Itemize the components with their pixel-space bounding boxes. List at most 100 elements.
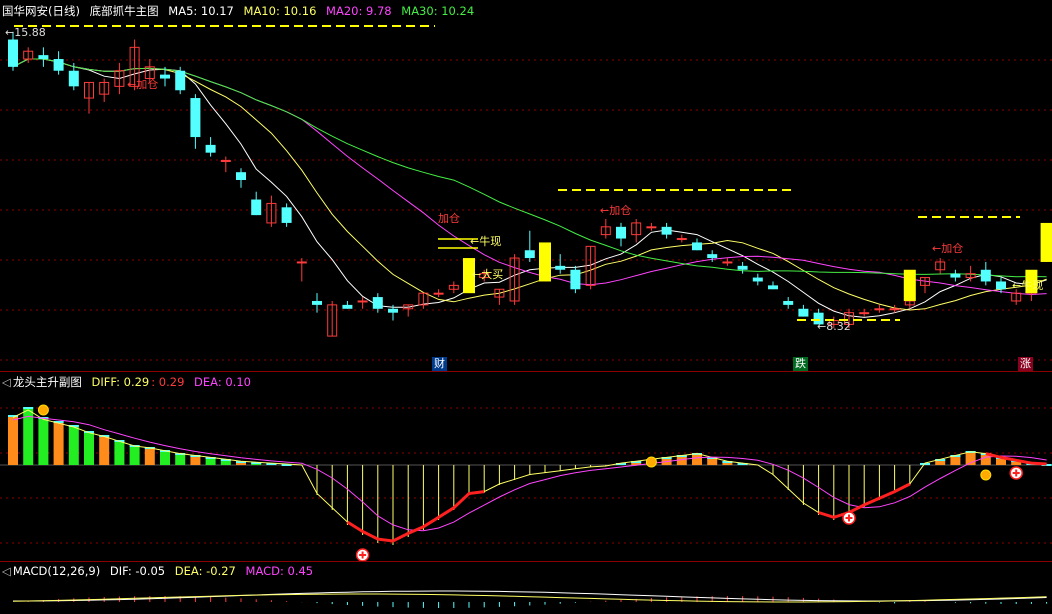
- event-marker-die[interactable]: 跌: [793, 357, 808, 371]
- hist-cap: [23, 407, 34, 409]
- event-marker-zhang[interactable]: 涨: [1018, 357, 1033, 371]
- candle: [205, 137, 216, 157]
- hist-bar: [68, 425, 79, 465]
- candle: [53, 51, 64, 75]
- hist-bar: [23, 407, 34, 465]
- candle-body: [433, 292, 444, 295]
- candle-body: [676, 238, 687, 241]
- buy-dot-marker: [645, 456, 657, 468]
- candle: [737, 261, 748, 274]
- main-candlestick-chart[interactable]: ←15.88←8.32←加仓加仓←加仓←加仓←牛现←牛现←大买: [0, 0, 1052, 372]
- candle-body: [372, 297, 383, 309]
- candle: [418, 292, 429, 309]
- hist-bar: [53, 421, 64, 465]
- macd-dif-line: [13, 590, 1047, 602]
- candle-body: [570, 269, 581, 290]
- candle-body: [251, 199, 262, 216]
- candle: [965, 265, 976, 282]
- hist-bar: [38, 417, 49, 465]
- candle-body: [281, 207, 292, 223]
- hist-bar: [160, 450, 170, 465]
- candle: [509, 254, 520, 305]
- candle-body: [555, 265, 566, 270]
- candle: [570, 265, 581, 294]
- candle-body: [768, 285, 778, 290]
- candle: [494, 288, 505, 305]
- buy-dot-marker: [980, 469, 992, 481]
- jiacang-signal: ←加仓: [932, 241, 963, 255]
- signal-bar: [1040, 222, 1052, 262]
- candle: [327, 300, 338, 337]
- candle-body: [707, 254, 718, 259]
- candle-body: [874, 308, 885, 311]
- candle: [874, 304, 885, 313]
- candle-body: [388, 308, 398, 313]
- candle-body: [175, 70, 186, 91]
- candle: [99, 78, 110, 102]
- jiacang-signal: ←加仓: [127, 77, 158, 91]
- candle-body: [692, 242, 702, 251]
- sub-indicator-chart[interactable]: [0, 372, 1052, 562]
- candle: [114, 62, 125, 95]
- candle: [251, 191, 262, 216]
- candle: [980, 261, 991, 286]
- candle: [524, 230, 535, 262]
- candle-body: [357, 300, 368, 303]
- candle: [752, 273, 763, 286]
- low-price-label: ←8.32: [817, 320, 851, 333]
- candle: [631, 219, 642, 243]
- high-price-label: ←15.88: [5, 26, 46, 39]
- candle: [220, 156, 231, 173]
- hist-bar: [84, 431, 94, 465]
- diff-line: [12, 409, 1047, 542]
- candle-body: [616, 226, 626, 239]
- candle: [616, 222, 626, 247]
- candle: [676, 234, 687, 243]
- candle-body: [160, 74, 170, 79]
- buy-dot-marker: [37, 404, 49, 416]
- candle-body: [996, 281, 1006, 290]
- candle-body: [798, 308, 809, 317]
- candle-body: [38, 55, 49, 60]
- candle: [555, 254, 566, 274]
- candle-body: [737, 265, 748, 270]
- candle-body: [950, 273, 961, 278]
- macd-chart[interactable]: [0, 562, 1052, 614]
- signal-bar: [903, 269, 916, 301]
- candle-body: [53, 59, 64, 71]
- hist-bar: [8, 415, 18, 465]
- candle: [236, 168, 246, 188]
- candle: [859, 308, 870, 317]
- candle-body: [220, 159, 231, 162]
- candle-body: [722, 261, 733, 264]
- candle: [342, 300, 353, 309]
- candle-body: [8, 39, 18, 67]
- candle: [920, 277, 930, 294]
- candle-body: [68, 70, 79, 87]
- candle-body: [752, 277, 763, 282]
- ma5-line: [12, 58, 1047, 318]
- candle: [646, 222, 657, 231]
- niuxian-signal: ←牛现: [1012, 278, 1043, 292]
- candle: [448, 281, 459, 294]
- candle: [600, 219, 611, 239]
- hist-bar: [129, 445, 140, 465]
- hist-bar: [99, 435, 110, 465]
- candle-body: [889, 308, 900, 311]
- candle-body: [342, 304, 353, 309]
- candle-body: [205, 144, 216, 153]
- candle-body: [236, 172, 246, 180]
- candle-body: [296, 261, 307, 264]
- candle: [768, 281, 778, 290]
- candle: [661, 222, 672, 239]
- damai-signal: ←大买: [472, 267, 503, 281]
- candle-body: [646, 226, 657, 229]
- candle-body: [524, 250, 535, 259]
- hist-bar: [114, 440, 125, 465]
- candle-body: [312, 300, 322, 305]
- event-marker-cai[interactable]: 财: [432, 357, 447, 371]
- candle: [950, 269, 961, 282]
- candle: [433, 289, 444, 298]
- candle-body: [980, 269, 991, 282]
- candle: [372, 293, 383, 313]
